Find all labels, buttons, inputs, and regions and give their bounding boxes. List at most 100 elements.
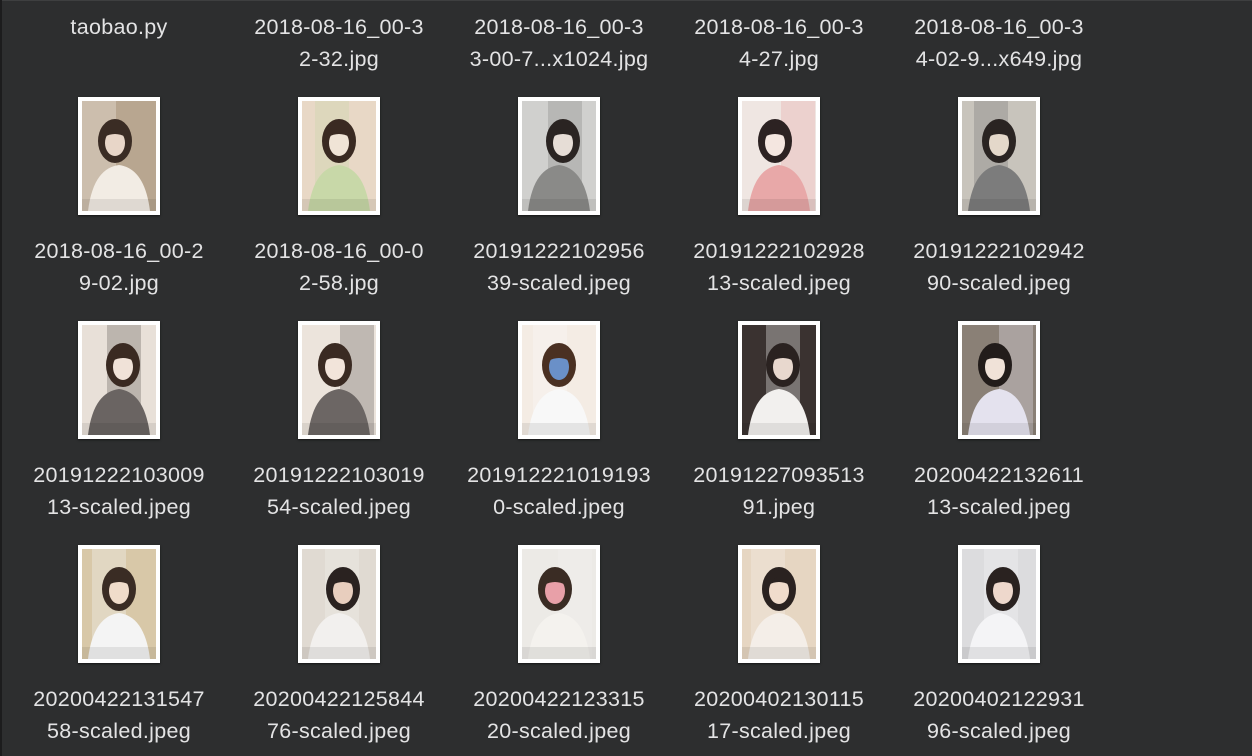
file-name-line-1: 20200422123315: [473, 687, 645, 711]
file-name-label[interactable]: 2018-08-16_00-2 9-02.jpg: [9, 235, 229, 299]
thumbnail-photo: [522, 101, 596, 211]
thumbnail-photo: [962, 101, 1036, 211]
thumbnail-image: [82, 101, 156, 211]
file-name-label[interactable]: 20200402122931 96-scaled.jpeg: [889, 683, 1109, 747]
file-thumbnail[interactable]: [9, 545, 229, 665]
file-name-label[interactable]: 2018-08-16_00-3 4-02-9...x649.jpg: [889, 11, 1109, 75]
thumbnail-image: [962, 101, 1036, 211]
file-name-label[interactable]: 2018-08-16_00-3 4-27.jpg: [669, 11, 889, 75]
file-name-line-2: 58-scaled.jpeg: [46, 719, 192, 743]
image-file-icon: [958, 321, 1040, 439]
file-name-label[interactable]: 20200402130115 17-scaled.jpeg: [669, 683, 889, 747]
image-file-icon: [518, 97, 600, 215]
file-name-label[interactable]: 20191227093513 91.jpeg: [669, 459, 889, 523]
thumbnail-image: [302, 549, 376, 659]
thumbnail-photo: [82, 549, 156, 659]
file-thumbnail[interactable]: [229, 321, 449, 441]
file-name-line-2: 20-scaled.jpeg: [486, 719, 632, 743]
file-name-label[interactable]: 20200422132611 13-scaled.jpeg: [889, 459, 1109, 523]
file-name-label[interactable]: 20191222103009 13-scaled.jpeg: [9, 459, 229, 523]
thumbnail-image: [742, 549, 816, 659]
file-name-line-2: 4-27.jpg: [738, 47, 820, 71]
image-file-icon: [78, 545, 160, 663]
image-file-icon: [298, 321, 380, 439]
file-name-line-1: 20191222102956: [473, 239, 645, 263]
file-name-line-1: 20191227093513: [693, 463, 865, 487]
file-name-label[interactable]: 2018-08-16_00-0 2-58.jpg: [229, 235, 449, 299]
image-file-icon: [518, 321, 600, 439]
thumbnail-image: [522, 549, 596, 659]
file-name-label[interactable]: 20191222102928 13-scaled.jpeg: [669, 235, 889, 299]
thumbnail-photo: [742, 325, 816, 435]
file-thumbnail[interactable]: [889, 321, 1109, 441]
thumbnail-image: [82, 325, 156, 435]
thumbnail-image: [302, 325, 376, 435]
thumbnail-photo: [82, 101, 156, 211]
thumbnail-photo: [962, 549, 1036, 659]
thumbnail-image: [742, 101, 816, 211]
thumbnail-photo: [302, 101, 376, 211]
file-name-label[interactable]: 2018-08-16_00-3 2-32.jpg: [229, 11, 449, 75]
thumbnail-photo: [742, 549, 816, 659]
file-name-line-2: 0-scaled.jpeg: [493, 495, 625, 519]
thumbnail-image: [522, 325, 596, 435]
thumbnail-photo: [302, 325, 376, 435]
file-name-label[interactable]: 20200422123315 20-scaled.jpeg: [449, 683, 669, 747]
file-thumbnail[interactable]: [229, 97, 449, 217]
file-name-label[interactable]: 20191222103019 54-scaled.jpeg: [229, 459, 449, 523]
file-name-line-1: 2018-08-16_00-3: [474, 15, 644, 39]
file-name-line-2: 4-02-9...x649.jpg: [915, 47, 1083, 71]
file-name-line-2: 13-scaled.jpeg: [706, 271, 852, 295]
file-name-label[interactable]: 20191222102942 90-scaled.jpeg: [889, 235, 1109, 299]
file-name-line-2: 3-00-7...x1024.jpg: [469, 47, 649, 71]
file-name-line-1: 2018-08-16_00-2: [34, 239, 204, 263]
file-thumbnail[interactable]: [9, 97, 229, 217]
thumbnail-image: [962, 549, 1036, 659]
image-file-icon: [958, 545, 1040, 663]
image-file-icon: [958, 97, 1040, 215]
image-file-icon: [738, 321, 820, 439]
file-name-line-1: 20200422131547: [33, 687, 205, 711]
file-name-line-2: 13-scaled.jpeg: [926, 495, 1072, 519]
file-name-line-2: 17-scaled.jpeg: [706, 719, 852, 743]
file-thumbnail[interactable]: [889, 97, 1109, 217]
file-name-label[interactable]: taobao.py: [9, 11, 229, 43]
file-name-line-1: 20200402130115: [693, 687, 864, 711]
file-name-line-2: 91.jpeg: [742, 495, 816, 519]
file-name-label[interactable]: 2018-08-16_00-3 3-00-7...x1024.jpg: [449, 11, 669, 75]
thumbnail-photo: [522, 549, 596, 659]
file-thumbnail[interactable]: [449, 321, 669, 441]
file-thumbnail[interactable]: [449, 97, 669, 217]
thumbnail-photo: [962, 325, 1036, 435]
file-name-line-1: 2018-08-16_00-3: [254, 15, 424, 39]
file-thumbnail[interactable]: [9, 321, 229, 441]
file-grid: taobao.py 2018-08-16_00-3 2-32.jpg 2018-08-…: [0, 0, 1120, 756]
file-name-label[interactable]: 20191222102956 39-scaled.jpeg: [449, 235, 669, 299]
file-thumbnail[interactable]: [889, 545, 1109, 665]
file-name-label[interactable]: 201912221019193 0-scaled.jpeg: [449, 459, 669, 523]
file-name-line-2: 2-32.jpg: [298, 47, 380, 71]
file-thumbnail[interactable]: [669, 97, 889, 217]
file-thumbnail[interactable]: [669, 321, 889, 441]
thumbnail-image: [82, 549, 156, 659]
image-file-icon: [78, 97, 160, 215]
file-name-line-1: 2018-08-16_00-3: [694, 15, 864, 39]
file-thumbnail[interactable]: [229, 545, 449, 665]
file-name-line-2: 90-scaled.jpeg: [926, 271, 1072, 295]
image-file-icon: [518, 545, 600, 663]
file-name-line-1: taobao.py: [70, 15, 168, 39]
file-name-line-2: 13-scaled.jpeg: [46, 495, 192, 519]
file-name-line-1: 20200422125844: [253, 687, 425, 711]
file-name-label[interactable]: 20200422131547 58-scaled.jpeg: [9, 683, 229, 747]
thumbnail-image: [742, 325, 816, 435]
file-name-line-1: 2018-08-16_00-3: [914, 15, 1084, 39]
file-thumbnail[interactable]: [669, 545, 889, 665]
file-name-line-2: 54-scaled.jpeg: [266, 495, 412, 519]
file-name-line-2: 96-scaled.jpeg: [926, 719, 1072, 743]
file-thumbnail[interactable]: [449, 545, 669, 665]
file-name-line-1: 201912221019193: [467, 463, 651, 487]
file-name-label[interactable]: 20200422125844 76-scaled.jpeg: [229, 683, 449, 747]
file-name-line-1: 20191222102928: [693, 239, 865, 263]
file-name-line-1: 20191222103019: [253, 463, 425, 487]
thumbnail-photo: [522, 325, 596, 435]
